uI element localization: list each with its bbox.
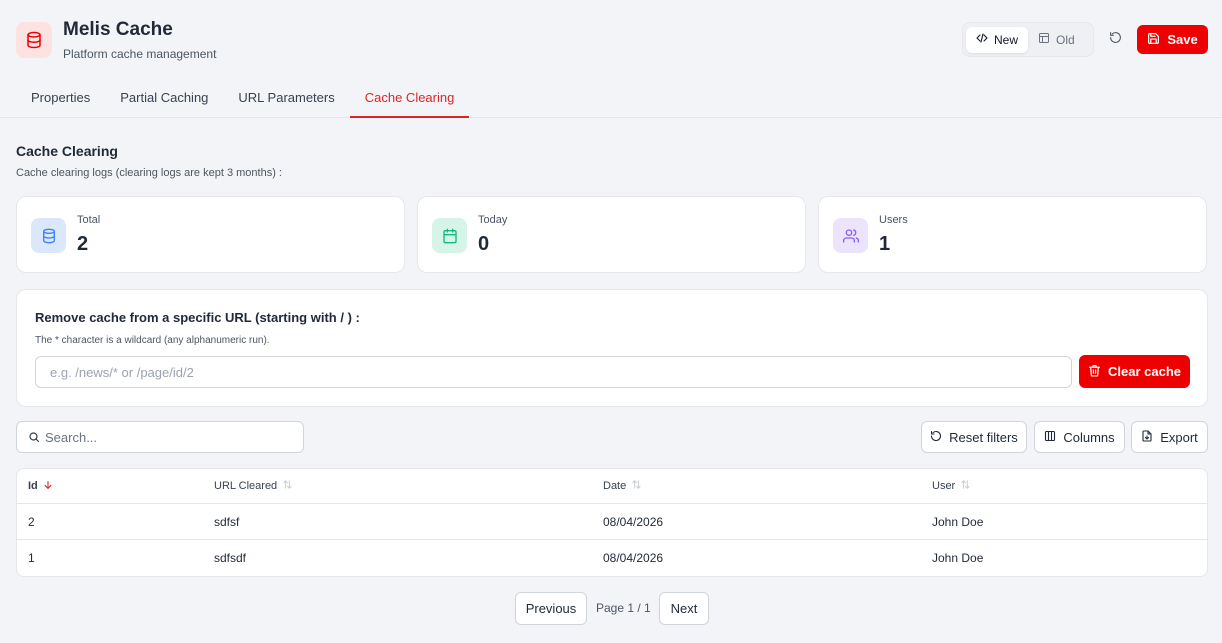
- column-label: URL Cleared: [214, 480, 278, 492]
- cell-user: John Doe: [932, 551, 984, 565]
- file-export-icon: [1141, 429, 1153, 445]
- reset-icon: [930, 430, 942, 445]
- tab-bar: Properties Partial Caching URL Parameter…: [16, 80, 470, 118]
- column-label: Date: [603, 480, 627, 492]
- stat-value: 2: [77, 233, 89, 255]
- reset-filters-button[interactable]: Reset filters: [921, 421, 1027, 453]
- column-label: User: [932, 480, 956, 492]
- page-info: Page 1 / 1: [596, 601, 651, 615]
- reset-filters-label: Reset filters: [949, 429, 1018, 445]
- columns-icon: [1044, 430, 1056, 445]
- stat-label: Users: [879, 214, 908, 226]
- save-label: Save: [1167, 32, 1198, 47]
- search-icon: [28, 431, 40, 446]
- tab-properties[interactable]: Properties: [16, 80, 105, 118]
- undo-icon: [1109, 31, 1122, 47]
- table-header-row: Id URL Cleared Date User: [17, 469, 1207, 504]
- cell-user: John Doe: [932, 514, 984, 529]
- cell-date: 08/04/2026: [603, 551, 664, 565]
- clear-cache-card: Remove cache from a specific URL (starti…: [16, 289, 1208, 407]
- save-button[interactable]: Save: [1137, 25, 1208, 54]
- stat-card-users: Users 1: [818, 196, 1207, 273]
- search-box: [16, 421, 304, 453]
- stat-label: Total: [77, 214, 101, 226]
- stat-card-today: Today 0: [417, 196, 806, 273]
- code-icon: [976, 32, 988, 47]
- toggle-old-button[interactable]: Old: [1028, 27, 1085, 53]
- sort-icon: [631, 479, 642, 493]
- cell-id: 1: [28, 551, 35, 565]
- database-icon: [31, 218, 66, 253]
- column-label: Id: [28, 480, 38, 492]
- app-header: Melis Cache Platform cache management Ne…: [0, 0, 1222, 118]
- app-subtitle: Platform cache management: [63, 47, 217, 61]
- section-title: Cache Clearing: [16, 143, 118, 159]
- columns-label: Columns: [1063, 429, 1115, 445]
- cell-id: 2: [28, 514, 35, 529]
- tab-url-parameters[interactable]: URL Parameters: [223, 80, 349, 118]
- tab-cache-clearing[interactable]: Cache Clearing: [349, 80, 470, 118]
- section-subtitle: Cache clearing logs (clearing logs are k…: [16, 167, 282, 179]
- next-page-button[interactable]: Next: [659, 592, 709, 625]
- toggle-new-button[interactable]: New: [966, 26, 1029, 53]
- export-label: Export: [1160, 429, 1198, 445]
- previous-page-button[interactable]: Previous: [515, 592, 587, 625]
- users-icon: [833, 218, 868, 253]
- clear-cache-title: Remove cache from a specific URL (starti…: [35, 310, 360, 325]
- stat-value: 0: [478, 233, 490, 255]
- clear-cache-hint: The * character is a wildcard (any alpha…: [35, 335, 270, 346]
- cell-date: 08/04/2026: [603, 514, 664, 529]
- export-button[interactable]: Export: [1131, 421, 1208, 453]
- sort-desc-icon: [43, 480, 53, 493]
- view-toggle: New Old: [962, 22, 1094, 57]
- url-input[interactable]: [35, 356, 1072, 388]
- calendar-icon: [432, 218, 467, 253]
- cell-url: sdfsf: [214, 514, 240, 529]
- column-header-id[interactable]: Id: [28, 469, 53, 503]
- table-row[interactable]: 2 sdfsf 08/04/2026 John Doe: [17, 504, 1207, 540]
- tab-partial-caching[interactable]: Partial Caching: [105, 80, 223, 118]
- database-icon: [16, 22, 52, 58]
- layout-icon: [1038, 32, 1050, 47]
- stat-value: 1: [879, 233, 891, 255]
- stat-label: Today: [478, 214, 508, 226]
- sort-icon: [960, 479, 971, 493]
- toggle-old-label: Old: [1056, 32, 1075, 47]
- cell-url: sdfsdf: [214, 551, 247, 565]
- column-header-user[interactable]: User: [932, 469, 971, 503]
- trash-icon: [1088, 364, 1101, 380]
- save-icon: [1147, 32, 1160, 48]
- clear-cache-button[interactable]: Clear cache: [1079, 355, 1190, 388]
- column-header-url[interactable]: URL Cleared: [214, 469, 293, 503]
- app-title: Melis Cache: [63, 19, 173, 40]
- sort-icon: [282, 479, 293, 493]
- search-input[interactable]: [45, 422, 295, 452]
- columns-button[interactable]: Columns: [1034, 421, 1125, 453]
- stat-card-total: Total 2: [16, 196, 405, 273]
- toggle-new-label: New: [994, 32, 1019, 47]
- column-header-date[interactable]: Date: [603, 469, 642, 503]
- logs-table: Id URL Cleared Date User 2 sdfsf 08/04/2…: [16, 468, 1208, 577]
- table-row[interactable]: 1 sdfsdf 08/04/2026 John Doe: [17, 540, 1207, 576]
- clear-cache-label: Clear cache: [1108, 364, 1181, 379]
- undo-button[interactable]: [1105, 29, 1125, 49]
